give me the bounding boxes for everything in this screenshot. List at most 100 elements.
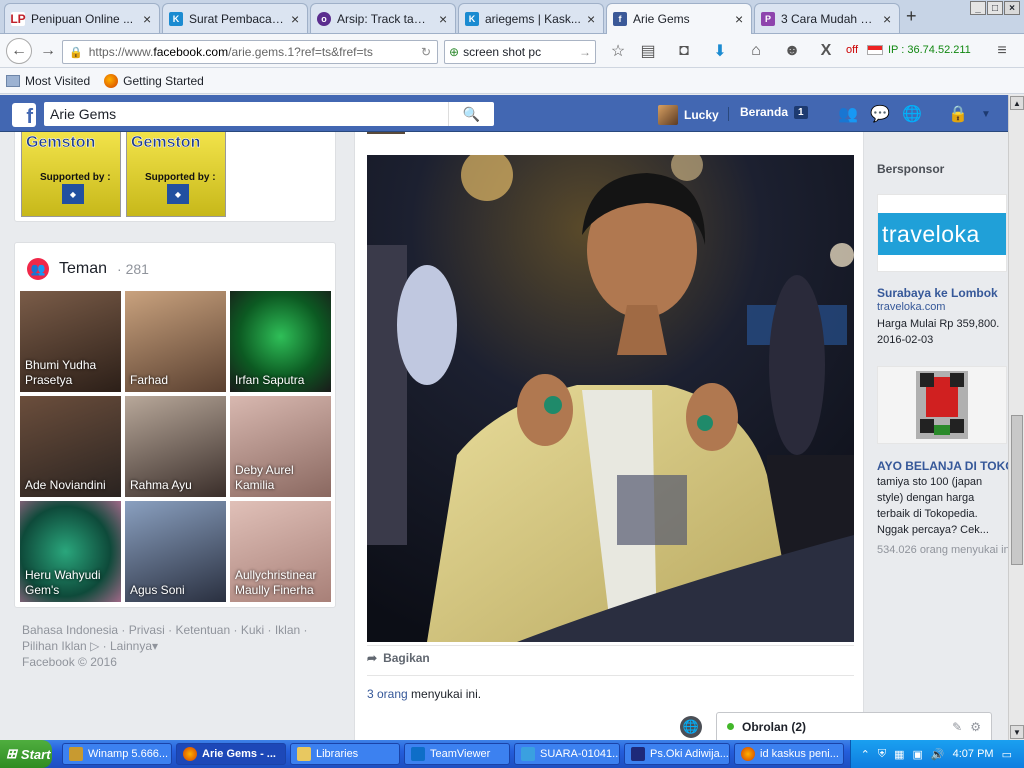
ad-domain[interactable]: traveloka.com bbox=[877, 301, 945, 313]
tray-device-icon[interactable]: ▣ bbox=[913, 748, 923, 761]
scroll-thumb[interactable] bbox=[1011, 415, 1023, 565]
taskbar-item-ps-oki[interactable]: Ps.Oki Adiwija... bbox=[624, 743, 730, 765]
bookmark-star-icon[interactable]: ☆ bbox=[606, 39, 630, 63]
menu-icon[interactable]: ≡ bbox=[990, 39, 1014, 63]
search-go-icon[interactable]: → bbox=[579, 45, 591, 59]
volume-icon[interactable]: 🔊 bbox=[931, 748, 945, 761]
emoji-icon[interactable]: ☻ bbox=[780, 39, 804, 63]
friend-tile[interactable]: Heru Wahyudi Gem's bbox=[20, 501, 121, 602]
reload-icon[interactable]: ↻ bbox=[421, 45, 431, 59]
footer-link[interactable]: Kuki bbox=[241, 623, 264, 637]
notifications-globe-icon[interactable]: 🌐 bbox=[902, 104, 922, 124]
tab-cara-mudah[interactable]: P 3 Cara Mudah M... × bbox=[754, 3, 900, 33]
browser-search-box[interactable]: ⊕ screen shot pc → bbox=[444, 40, 596, 64]
reading-list-icon[interactable]: ▤ bbox=[636, 39, 660, 63]
home-icon[interactable]: ⌂ bbox=[744, 39, 768, 63]
globe-icon[interactable]: 🌐 bbox=[680, 716, 702, 738]
tab-arie-gems[interactable]: f Arie Gems × bbox=[606, 3, 752, 34]
likes-count-link[interactable]: 3 orang bbox=[367, 687, 408, 701]
back-button[interactable]: ← bbox=[6, 38, 32, 64]
tab-arsip-track[interactable]: o Arsip: Track tami... × bbox=[310, 3, 456, 33]
footer-link[interactable]: Lainnya bbox=[110, 639, 152, 653]
profile-link[interactable]: Lucky bbox=[658, 105, 719, 125]
chat-bar[interactable]: Obrolan (2) ✎ ⚙ bbox=[716, 712, 992, 740]
post-photo[interactable] bbox=[367, 155, 854, 642]
close-icon[interactable]: × bbox=[735, 11, 745, 27]
close-icon[interactable]: × bbox=[587, 11, 597, 27]
messages-icon[interactable]: 💬 bbox=[870, 104, 890, 124]
pocket-icon[interactable]: ◘ bbox=[672, 39, 696, 63]
arrow-right-icon: → bbox=[40, 42, 56, 59]
bookmark-getting-started[interactable]: Getting Started bbox=[104, 73, 204, 88]
ad-title[interactable]: AYO BELANJA DI TOKOPEDIA bbox=[877, 459, 1008, 473]
minimize-button[interactable]: _ bbox=[970, 1, 986, 15]
vertical-scrollbar[interactable]: ▲ ▼ bbox=[1008, 95, 1024, 740]
facebook-logo-icon[interactable]: f bbox=[12, 103, 36, 127]
taskbar-item-winamp[interactable]: Winamp 5.666... bbox=[62, 743, 172, 765]
footer-link[interactable]: Pilihan Iklan bbox=[22, 639, 87, 653]
forward-button[interactable]: → bbox=[36, 39, 60, 63]
promo-image[interactable]: Gemston Supported by : ◆ bbox=[21, 132, 121, 217]
taskbar-item-suara[interactable]: SUARA-01041... bbox=[514, 743, 620, 765]
facebook-search-input[interactable]: Arie Gems 🔍 bbox=[44, 102, 494, 126]
friend-tile[interactable]: Ade Noviandini bbox=[20, 396, 121, 497]
tab-ariegems-kaskus[interactable]: K ariegems | Kask... × bbox=[458, 3, 604, 33]
taskbar-item-firefox[interactable]: Arie Gems - ... bbox=[176, 743, 286, 765]
search-icon[interactable]: 🔍 bbox=[448, 102, 494, 126]
tray-expand-icon[interactable]: ⌃ bbox=[861, 748, 870, 761]
friend-tile[interactable]: Rahma Ayu bbox=[125, 396, 226, 497]
footer-link[interactable]: Privasi bbox=[129, 623, 165, 637]
scroll-up-button[interactable]: ▲ bbox=[1010, 96, 1024, 110]
tray-network-icon[interactable]: ▦ bbox=[894, 748, 904, 761]
friend-tile[interactable]: Irfan Saputra bbox=[230, 291, 331, 392]
download-icon[interactable]: ⬇ bbox=[708, 39, 732, 63]
friend-requests-icon[interactable]: 👥 bbox=[838, 104, 858, 124]
taskbar-item-kaskus[interactable]: id kaskus peni... bbox=[734, 743, 844, 765]
close-icon[interactable]: × bbox=[883, 11, 893, 27]
footer-link[interactable]: Iklan bbox=[275, 623, 300, 637]
tokopedia-ad-image[interactable] bbox=[877, 366, 1007, 444]
post-avatar-thumb[interactable] bbox=[367, 132, 405, 134]
url-bar[interactable]: 🔒 https://www.facebook.com/arie.gems.1?r… bbox=[62, 40, 438, 64]
clock[interactable]: 4:07 PM bbox=[953, 748, 994, 760]
footer-link[interactable]: Ketentuan bbox=[175, 623, 230, 637]
maximize-button[interactable]: □ bbox=[987, 1, 1003, 15]
friend-tile[interactable]: Aullychristinear Maully Finerha bbox=[230, 501, 331, 602]
footer-link[interactable]: Bahasa Indonesia bbox=[22, 623, 118, 637]
friend-tile[interactable]: Deby Aurel Kamilia bbox=[230, 396, 331, 497]
new-tab-button[interactable]: + bbox=[906, 6, 917, 27]
close-window-button[interactable]: × bbox=[1004, 1, 1020, 15]
share-button[interactable]: ➦ Bagikan bbox=[367, 651, 430, 665]
traveloka-logo: traveloka bbox=[878, 213, 1006, 255]
close-icon[interactable]: × bbox=[439, 11, 449, 27]
gear-icon[interactable]: ⚙ bbox=[970, 720, 981, 734]
tray-security-icon[interactable]: ⛨ bbox=[878, 748, 886, 761]
promo-card: Gemston Supported by : ◆ Gemston Support… bbox=[14, 132, 336, 222]
taskbar-item-teamviewer[interactable]: TeamViewer bbox=[404, 743, 510, 765]
scroll-down-button[interactable]: ▼ bbox=[1010, 725, 1024, 739]
post-card: ➦ Bagikan 3 orang menyukai ini. bbox=[354, 132, 864, 740]
friend-tile[interactable]: Bhumi Yudha Prasetya bbox=[20, 291, 121, 392]
privacy-shortcuts-icon[interactable]: 🔒 bbox=[948, 104, 968, 124]
friends-icon: 👥 bbox=[27, 258, 49, 280]
close-icon[interactable]: × bbox=[291, 11, 301, 27]
traveloka-ad-image[interactable]: traveloka bbox=[877, 194, 1007, 272]
bookmark-most-visited[interactable]: Most Visited bbox=[6, 74, 90, 88]
friend-tile[interactable]: Farhad bbox=[125, 291, 226, 392]
friends-grid: Bhumi Yudha Prasetya Farhad Irfan Saputr… bbox=[20, 291, 332, 602]
compose-icon[interactable]: ✎ bbox=[952, 720, 962, 734]
promo-image[interactable]: Gemston Supported by : ◆ bbox=[126, 132, 226, 217]
proxy-status[interactable]: off bbox=[846, 44, 858, 56]
home-link[interactable]: Beranda 1 bbox=[740, 105, 808, 119]
friends-header[interactable]: 👥 Teman · 281 bbox=[27, 258, 149, 280]
taskbar-item-libraries[interactable]: Libraries bbox=[290, 743, 400, 765]
tab-penipuan[interactable]: LP Penipuan Online ... × bbox=[4, 3, 160, 33]
chevron-down-icon[interactable]: ▼ bbox=[976, 104, 996, 124]
start-button[interactable]: ⊞ Start bbox=[0, 740, 52, 768]
close-icon[interactable]: × bbox=[143, 11, 153, 27]
ad-title[interactable]: Surabaya ke Lombok bbox=[877, 286, 1008, 300]
friend-tile[interactable]: Agus Soni bbox=[125, 501, 226, 602]
show-desktop-icon[interactable]: ▭ bbox=[1002, 748, 1012, 761]
x-extension-icon[interactable]: X bbox=[814, 39, 838, 63]
tab-surat-pembaca[interactable]: K Surat Pembaca | ... × bbox=[162, 3, 308, 33]
